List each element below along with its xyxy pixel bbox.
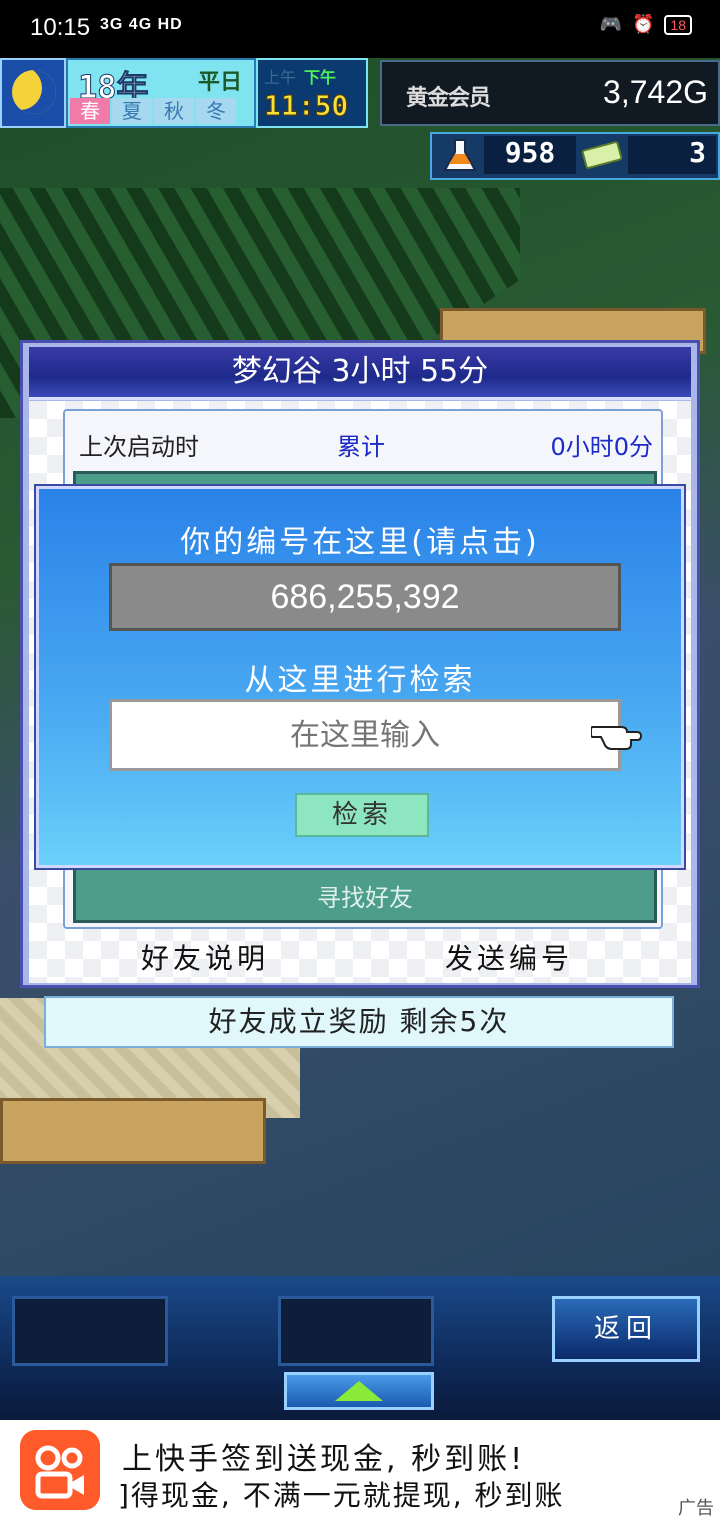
season-summer: 夏	[112, 98, 152, 124]
search-input[interactable]	[109, 699, 621, 771]
moon-icon	[12, 70, 56, 114]
your-code-button[interactable]: 686,255,392	[109, 563, 621, 631]
your-code-label: 你的编号在这里(请点击)	[180, 525, 540, 560]
pm-label: 下午	[304, 68, 337, 87]
night-indicator	[0, 58, 66, 128]
find-friend-button[interactable]: 寻找好友	[76, 878, 654, 913]
gamepad-icon: 🎮	[599, 14, 622, 35]
ticket-icon	[581, 141, 623, 169]
ad-banner[interactable]: 上快手签到送现金, 秒到账! ]得现金, 不满一元就提现, 秒到账 广告	[0, 1420, 720, 1520]
day-type: 平日	[197, 70, 242, 95]
network-indicator: 3G 4G HD	[100, 16, 183, 33]
pointing-hand-icon	[591, 726, 643, 750]
toolbar-slot-1[interactable]	[12, 1296, 168, 1366]
back-button[interactable]: 返回	[552, 1296, 700, 1362]
last-launch-label: 上次启动时	[79, 433, 199, 461]
search-button[interactable]: 检索	[295, 793, 429, 837]
toolbar-slot-2[interactable]	[278, 1296, 434, 1366]
ticket-count: 3	[628, 136, 716, 174]
status-icons: 🎮 ⏰ 18	[600, 14, 692, 35]
season-row: 春 夏 秋 冬	[70, 98, 236, 124]
friend-reward-bar: 好友成立奖励 剩余5次	[44, 996, 674, 1048]
panel-links: 好友说明 发送编号	[29, 933, 691, 979]
friend-help-button[interactable]: 好友说明	[141, 937, 269, 977]
alarm-icon: ⏰	[632, 14, 655, 35]
gold-panel: 黄金会员 3,742G	[380, 60, 720, 126]
total-value: 0小时0分	[550, 433, 653, 461]
season-autumn: 秋	[154, 98, 194, 124]
expand-menu-button[interactable]	[284, 1372, 434, 1410]
ad-label: 广告	[678, 1498, 714, 1519]
date-panel: 18年 平日 春 夏 秋 冬	[66, 58, 256, 128]
gold-member-label: 黄金会员	[406, 86, 491, 111]
panel-title: 梦幻谷 3小时 55分	[29, 347, 691, 400]
kuaishou-logo	[20, 1430, 100, 1510]
clock-panel: 上午 下午 11:50	[256, 58, 368, 128]
status-bar: 10:15 3G 4G HD 🎮 ⏰ 18	[0, 0, 720, 58]
bottom-toolbar: 返回	[0, 1276, 720, 1420]
season-spring: 春	[70, 98, 110, 124]
research-points: 958	[484, 136, 576, 174]
up-arrow-icon	[335, 1381, 383, 1401]
status-time: 10:15	[30, 14, 91, 41]
ad-headline: 上快手签到送现金, 秒到账!	[122, 1442, 526, 1477]
friend-code-dialog: 你的编号在这里(请点击) 686,255,392 从这里进行检索 检索	[36, 486, 684, 868]
battery-icon: 18	[664, 14, 692, 35]
building-wall	[0, 1098, 266, 1164]
ad-subtext: ]得现金, 不满一元就提现, 秒到账	[118, 1479, 565, 1512]
flask-icon	[443, 139, 477, 171]
gold-amount: 3,742G	[603, 74, 708, 110]
game-time: 11:50	[263, 89, 349, 123]
search-label: 从这里进行检索	[244, 663, 476, 698]
season-winter: 冬	[196, 98, 236, 124]
total-label: 累计	[337, 433, 385, 461]
send-code-button[interactable]: 发送编号	[445, 937, 573, 977]
resource-panel: 958 3	[430, 132, 720, 180]
am-label: 上午	[264, 68, 297, 87]
